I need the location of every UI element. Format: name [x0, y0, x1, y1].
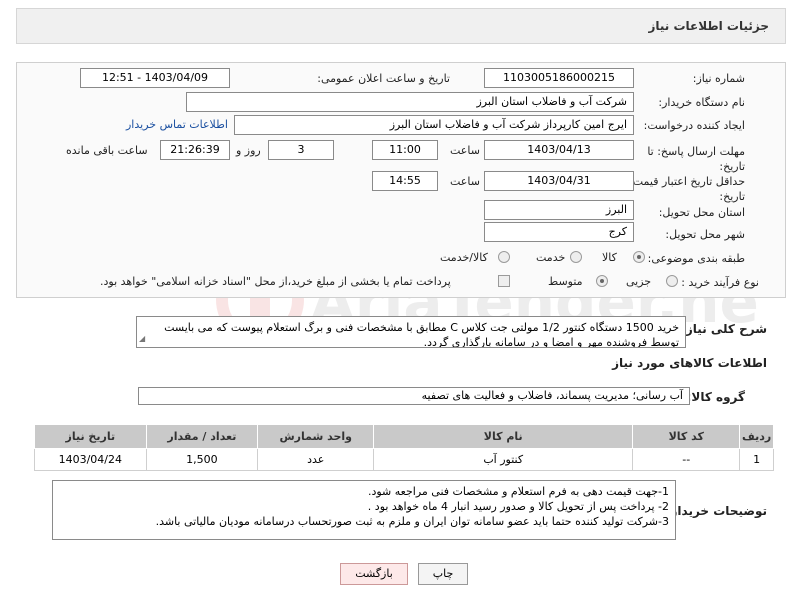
- province-field: البرز: [484, 200, 634, 220]
- province-label: استان محل تحویل:: [658, 206, 745, 219]
- payment-note: پرداخت تمام یا بخشی از مبلغ خرید،از محل …: [100, 275, 451, 288]
- description-label: شرح کلی نیاز:: [681, 322, 767, 336]
- buyer-org-label: نام دستگاه خریدار:: [658, 96, 745, 109]
- process-radio-minor[interactable]: [666, 275, 678, 287]
- city-field: کرج: [484, 222, 634, 242]
- goods-group-field: آب رسانی؛ مدیریت پسماند، فاضلاب و فعالیت…: [138, 387, 690, 405]
- requester-field: ایرج امین کارپرداز شرکت آب و فاضلاب استا…: [234, 115, 634, 135]
- cell-date: 1403/04/24: [34, 448, 147, 471]
- category-option-both: کالا/خدمت: [440, 251, 488, 264]
- col-date: تاریخ نیاز: [34, 424, 147, 449]
- buyer-note-line: 2- پرداخت پس از تحویل کالا و صدور رسید ا…: [367, 500, 669, 513]
- goods-table-header: ردیف کد کالا نام کالا واحد شمارش تعداد /…: [34, 424, 774, 449]
- city-label: شهر محل تحویل:: [665, 228, 745, 241]
- back-button[interactable]: بازگشت: [340, 563, 408, 585]
- need-number-field: 1103005186000215: [484, 68, 634, 88]
- buyer-notes-textarea: 1-جهت قیمت دهی به فرم استعلام و مشخصات ف…: [52, 480, 676, 540]
- table-row: 1 -- کنتور آب عدد 1,500 1403/04/24: [34, 448, 774, 471]
- buyer-note-line: 1-جهت قیمت دهی به فرم استعلام و مشخصات ف…: [367, 485, 669, 498]
- validity-time-field: 14:55: [372, 171, 438, 191]
- resize-grip-icon[interactable]: ◢: [139, 331, 145, 346]
- validity-time-label: ساعت: [450, 175, 480, 188]
- deadline-time-label: ساعت: [450, 144, 480, 157]
- process-label: نوع فرآیند خرید :: [681, 276, 759, 289]
- process-option-minor: جزیی: [626, 275, 652, 288]
- remaining-time-field: 21:26:39: [160, 140, 230, 160]
- col-code: کد کالا: [632, 424, 741, 449]
- process-radio-medium[interactable]: [596, 275, 608, 287]
- description-text: خرید 1500 دستگاه کنتور 1/2 مولتی جت کلاس…: [164, 321, 679, 348]
- col-name: نام کالا: [373, 424, 634, 449]
- announce-label: تاریخ و ساعت اعلان عمومی:: [317, 72, 450, 85]
- cell-row: 1: [739, 448, 774, 471]
- print-button[interactable]: چاپ: [418, 563, 468, 585]
- buyer-note-line: 3-شرکت تولید کننده حتما باید عضو سامانه …: [155, 515, 669, 528]
- cell-quantity: 1,500: [145, 448, 259, 471]
- remaining-label: ساعت باقی مانده: [66, 144, 148, 157]
- need-number-label: شماره نیاز:: [692, 72, 745, 85]
- buyer-notes-label: توضیحات خریدار:: [665, 504, 767, 518]
- goods-group-label: گروه کالا:: [686, 390, 745, 404]
- col-row: ردیف: [739, 424, 774, 449]
- category-radio-service[interactable]: [570, 251, 582, 263]
- days-field: 3: [268, 140, 334, 160]
- days-label: روز و: [236, 144, 261, 157]
- col-unit: واحد شمارش: [257, 424, 375, 449]
- process-option-medium: متوسط: [548, 275, 583, 288]
- cell-unit: عدد: [257, 448, 375, 471]
- cell-name: کنتور آب: [373, 448, 634, 471]
- buyer-contact-link[interactable]: اطلاعات تماس خریدار: [126, 118, 228, 131]
- category-radio-both[interactable]: [498, 251, 510, 263]
- goods-section-title: اطلاعات کالاهای مورد نیاز: [612, 356, 767, 370]
- requester-label: ایجاد کننده درخواست:: [643, 119, 745, 132]
- goods-table: ردیف کد کالا نام کالا واحد شمارش تعداد /…: [34, 424, 774, 471]
- category-label: طبقه بندی موضوعی:: [647, 252, 745, 265]
- announce-field: 1403/04/09 - 12:51: [80, 68, 230, 88]
- category-radio-goods[interactable]: [633, 251, 645, 263]
- treasury-bonds-checkbox[interactable]: [498, 275, 510, 287]
- buyer-org-field: شرکت آب و فاضلاب استان البرز: [186, 92, 634, 112]
- col-quantity: تعداد / مقدار: [145, 424, 259, 449]
- validity-label: حداقل تاریخ اعتبار قیمت: تا تاریخ:: [619, 175, 745, 203]
- deadline-time-field: 11:00: [372, 140, 438, 160]
- cell-code: --: [632, 448, 741, 471]
- deadline-date-field: 1403/04/13: [484, 140, 634, 160]
- category-option-goods: کالا: [602, 251, 617, 264]
- category-option-service: خدمت: [536, 251, 566, 264]
- page-header: جزئیات اطلاعات نیاز: [16, 8, 786, 44]
- description-textarea: خرید 1500 دستگاه کنتور 1/2 مولتی جت کلاس…: [136, 316, 686, 348]
- validity-date-field: 1403/04/31: [484, 171, 634, 191]
- deadline-label: مهلت ارسال پاسخ: تا تاریخ:: [647, 145, 745, 173]
- page-title: جزئیات اطلاعات نیاز: [648, 19, 769, 33]
